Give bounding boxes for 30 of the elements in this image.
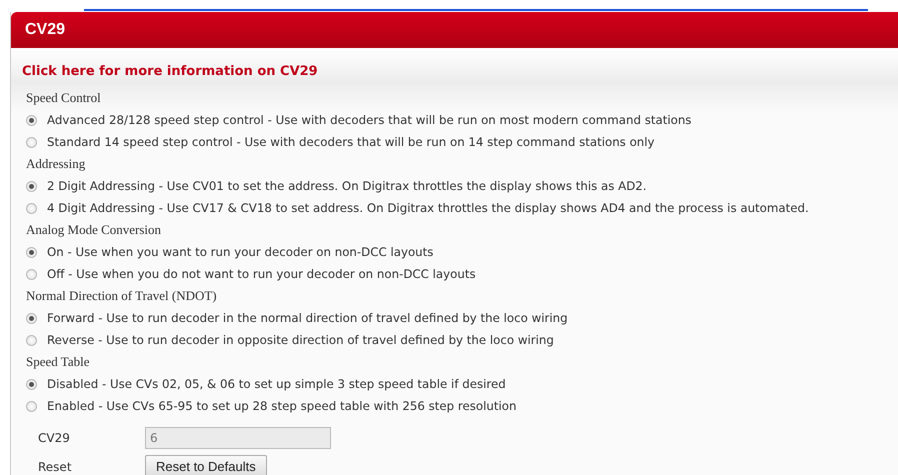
option-label: Reverse - Use to run decoder in opposite direction of travel defined by the loco wiring <box>47 333 554 347</box>
radio-button[interactable] <box>26 136 37 148</box>
option-label: Off - Use when you do not want to run your decoder on non-DCC layouts <box>47 267 476 281</box>
group-heading: Speed Control <box>26 89 102 107</box>
radio-button[interactable] <box>26 334 37 346</box>
option-label: Forward - Use to run decoder in the normal direction of travel defined by the loco wiring <box>47 311 568 325</box>
radio-button[interactable] <box>26 312 37 324</box>
option-label: Standard 14 speed step control - Use with decoders that will be run on 14 step command stations only <box>47 135 655 149</box>
group-heading: Speed Table <box>26 353 90 371</box>
group-heading: Analog Mode Conversion <box>26 221 162 239</box>
info-link[interactable]: Click here for more information on CV29 <box>22 64 318 79</box>
radio-button[interactable] <box>26 202 37 214</box>
option-label: Disabled - Use CVs 02, 05, & 06 to set up simple 3 step speed table if desired <box>47 377 506 391</box>
radio-button[interactable] <box>26 400 37 412</box>
panel-title: CV29 <box>25 21 66 39</box>
radio-button[interactable] <box>26 114 37 126</box>
field-label: CV29 <box>38 431 71 445</box>
option-label: 4 Digit Addressing - Use CV17 & CV18 to set address. On Digitrax throttles the display shows AD4 and the process is automated. <box>47 201 809 215</box>
radio-button[interactable] <box>26 268 37 280</box>
option-label: Advanced 28/128 speed step control - Use with decoders that will be run on most modern command stations <box>47 113 692 127</box>
radio-button[interactable] <box>26 180 37 192</box>
reset-button[interactable]: Reset to Defaults <box>145 455 267 475</box>
field-label: Reset <box>38 460 73 474</box>
option-label: Enabled - Use CVs 65-95 to set up 28 step speed table with 256 step resolution <box>47 399 516 413</box>
radio-button[interactable] <box>26 246 37 258</box>
radio-button[interactable] <box>26 378 37 390</box>
option-label: On - Use when you want to run your decoder on non-DCC layouts <box>47 245 434 259</box>
group-heading: Normal Direction of Travel (NDOT) <box>26 287 218 305</box>
option-label: 2 Digit Addressing - Use CV01 to set the address. On Digitrax throttles the display shows this as AD2. <box>47 179 647 193</box>
group-heading: Addressing <box>26 155 86 173</box>
